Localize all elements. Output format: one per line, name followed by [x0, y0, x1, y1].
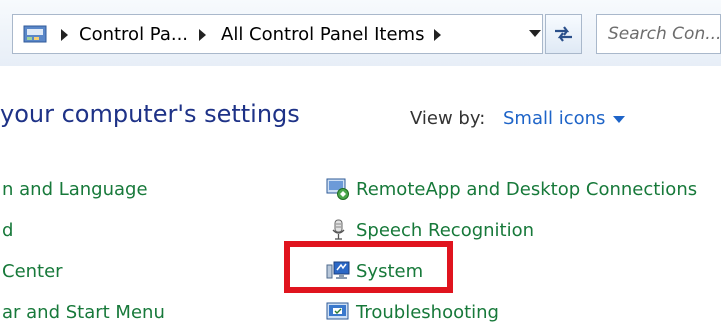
content-pane: your computer's settings View by: Small …: [0, 66, 721, 326]
search-box[interactable]: [596, 14, 721, 54]
address-bar: Control Pa... All Control Panel Items: [0, 0, 721, 67]
list-item-speech-recognition[interactable]: Speech Recognition: [356, 220, 534, 241]
view-by-label: View by:: [410, 108, 486, 129]
refresh-icon: [555, 26, 572, 42]
control-panel-icon: [23, 25, 47, 43]
list-item-remoteapp[interactable]: RemoteApp and Desktop Connections: [356, 179, 697, 200]
breadcrumb[interactable]: Control Pa... All Control Panel Items: [12, 14, 543, 54]
breadcrumb-control-panel[interactable]: Control Pa...: [79, 24, 188, 45]
list-item-taskbar-start-menu[interactable]: ar and Start Menu: [2, 302, 165, 323]
list-item-troubleshooting[interactable]: Troubleshooting: [356, 302, 499, 323]
chevron-down-icon[interactable]: [613, 116, 625, 123]
remoteapp-icon[interactable]: [326, 178, 350, 200]
view-by-dropdown[interactable]: Small icons: [503, 108, 605, 129]
breadcrumb-separator-icon[interactable]: [434, 29, 441, 41]
list-item-sound[interactable]: d: [2, 220, 13, 241]
troubleshooting-icon[interactable]: [326, 301, 350, 323]
breadcrumb-separator-icon[interactable]: [199, 29, 206, 41]
page-title: your computer's settings: [0, 100, 300, 128]
list-item-region-language[interactable]: n and Language: [2, 179, 148, 200]
system-highlight-box: [284, 241, 453, 293]
control-panel-window: Control Pa... All Control Panel Items yo…: [0, 0, 721, 326]
microphone-icon[interactable]: [326, 219, 350, 241]
chevron-down-icon[interactable]: [529, 30, 541, 37]
search-input[interactable]: [608, 22, 720, 46]
list-item-sync-center[interactable]: Center: [2, 261, 63, 282]
breadcrumb-separator-icon[interactable]: [61, 29, 68, 41]
breadcrumb-all-items[interactable]: All Control Panel Items: [221, 24, 424, 45]
refresh-button[interactable]: [545, 14, 582, 54]
